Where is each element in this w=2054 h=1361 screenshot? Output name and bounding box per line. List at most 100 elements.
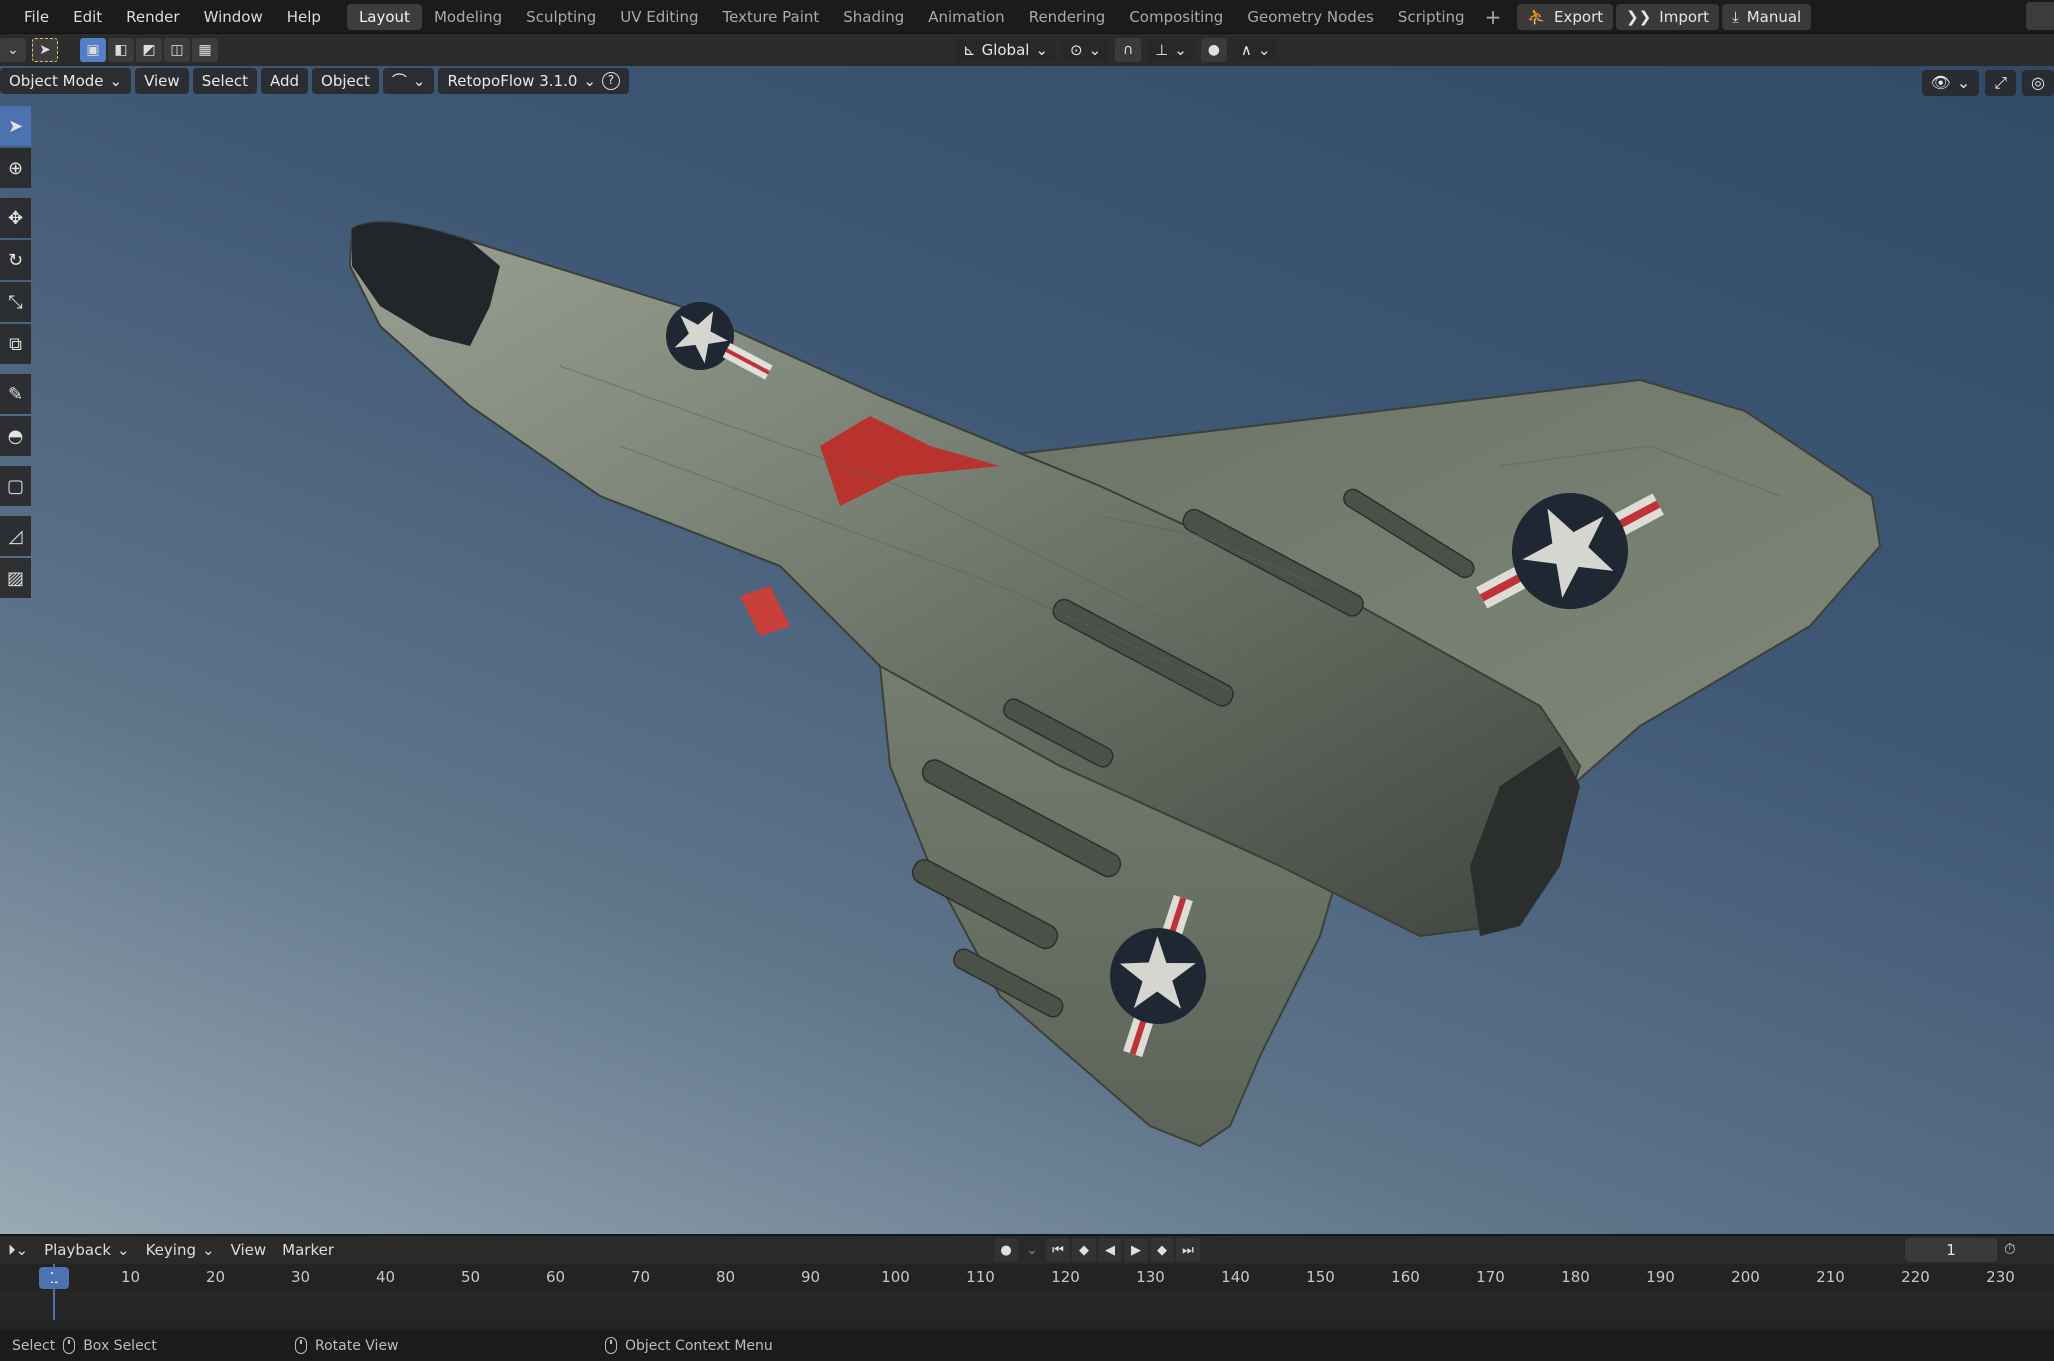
jump-end-icon[interactable]: ⏭	[1176, 1238, 1200, 1262]
frame-tick-label: 110	[966, 1268, 995, 1286]
snap-toggle-icon[interactable]: ∩	[1115, 38, 1142, 62]
annotate-tool-icon[interactable]: ✎	[0, 374, 31, 414]
curve-icon: ⌒	[391, 72, 407, 90]
menu-render[interactable]: Render	[114, 8, 191, 26]
select-box-tool-icon[interactable]: ➤	[0, 106, 31, 146]
measure-tool-icon[interactable]: ◓	[0, 416, 31, 456]
overlays-toggle[interactable]: ◎	[2022, 70, 2054, 96]
menu-edit[interactable]: Edit	[61, 8, 114, 26]
add-cube-tool-icon[interactable]: ▢	[0, 466, 31, 506]
retopoflow-menu[interactable]: RetopoFlow 3.1.0 ⌄ ?	[438, 68, 629, 94]
playhead[interactable]	[53, 1264, 55, 1320]
viewport-overlay-controls: 👁 ⌄ ⤢ ◎	[1921, 70, 2054, 96]
move-tool-icon[interactable]: ✥	[0, 198, 31, 238]
transform-tool-icon[interactable]: ⧉	[0, 324, 31, 364]
tab-layout[interactable]: Layout	[346, 3, 422, 30]
transform-orientation-dropdown[interactable]: ⊾ Global ⌄	[955, 38, 1057, 62]
tab-animation[interactable]: Animation	[916, 4, 1016, 30]
prev-keyframe-icon[interactable]: ◆	[1072, 1238, 1096, 1262]
pivot-point-dropdown[interactable]: ⊙ ⌄	[1062, 38, 1110, 62]
tab-geometry-nodes[interactable]: Geometry Nodes	[1235, 4, 1386, 30]
frame-tick-label: 220	[1901, 1268, 1930, 1286]
select-invert-icon[interactable]: ◫	[164, 38, 190, 62]
menu-window[interactable]: Window	[192, 8, 275, 26]
chevron-down-icon[interactable]: ⌄	[1020, 1238, 1044, 1262]
stopwatch-icon[interactable]: ⏱	[2004, 1240, 2016, 1258]
add-workspace-icon[interactable]: +	[1477, 5, 1510, 29]
frame-tick-label: 50	[460, 1268, 481, 1286]
import-button[interactable]: ❯❯ Import	[1616, 3, 1720, 30]
manual-button[interactable]: ⤓ Manual	[1722, 3, 1812, 30]
3d-viewport[interactable]: Object Mode ⌄ View Select Add Object ⌒ ⌄ …	[0, 66, 2054, 1234]
tab-modeling[interactable]: Modeling	[422, 4, 514, 30]
record-icon[interactable]: ●	[994, 1238, 1018, 1262]
visibility-dropdown[interactable]: 👁 ⌄	[1921, 70, 1980, 96]
jump-start-icon[interactable]: ⏮	[1046, 1238, 1070, 1262]
snap-target-dropdown[interactable]: ⊥ ⌄	[1147, 38, 1195, 62]
mode-dropdown[interactable]: Object Mode ⌄	[0, 68, 132, 94]
timeline-view-menu[interactable]: View	[223, 1241, 275, 1259]
select-extend-icon[interactable]: ◧	[108, 38, 134, 62]
chevron-down-icon: ⌄	[412, 72, 426, 90]
tab-sculpting[interactable]: Sculpting	[514, 4, 608, 30]
tab-shading[interactable]: Shading	[831, 4, 916, 30]
frame-tick-label: 140	[1221, 1268, 1250, 1286]
view-menu[interactable]: View	[135, 68, 189, 94]
frame-tick-label: 70	[630, 1268, 651, 1286]
scene-selector-icon[interactable]	[2026, 2, 2054, 30]
falloff-dropdown[interactable]: ∧ ⌄	[1232, 38, 1279, 62]
scale-tool-icon[interactable]: ⤡	[0, 282, 31, 322]
select-menu[interactable]: Select	[192, 68, 257, 94]
shear-tool-icon[interactable]: ◿	[0, 516, 31, 556]
gizmo-toggle[interactable]: ⤢	[1985, 70, 2017, 96]
status-select-label: Select	[12, 1337, 56, 1354]
export-button[interactable]: ⛹ Export	[1517, 3, 1614, 30]
chevron-down-icon: ⌄	[201, 1241, 215, 1259]
status-context-label: Object Context Menu	[625, 1337, 773, 1354]
editor-type-icon[interactable]: ⌄	[0, 38, 26, 62]
play-icon[interactable]: ▶	[1124, 1238, 1148, 1262]
viewport-header: Object Mode ⌄ View Select Add Object ⌒ ⌄ …	[0, 66, 2054, 96]
export-icon: ⛹	[1527, 7, 1547, 26]
marker-menu[interactable]: Marker	[274, 1241, 342, 1259]
tab-compositing[interactable]: Compositing	[1117, 4, 1235, 30]
menu-help[interactable]: Help	[275, 8, 333, 26]
frame-tick-label: 210	[1816, 1268, 1845, 1286]
status-select: Select Box Select	[12, 1337, 157, 1354]
object-menu[interactable]: Object	[312, 68, 379, 94]
timeline-track[interactable]	[0, 1290, 2054, 1320]
menu-file[interactable]: File	[12, 8, 61, 26]
status-rotate: Rotate View	[295, 1337, 399, 1354]
gizmo-icon: ⤢	[1994, 73, 2008, 92]
workspace-tabs: Layout Modeling Sculpting UV Editing Tex…	[346, 0, 1510, 34]
gizmo-dropdown[interactable]: ⌒ ⌄	[382, 68, 435, 94]
mode-label: Object Mode	[9, 72, 104, 90]
select-new-icon[interactable]: ▣	[80, 38, 106, 62]
rotate-tool-icon[interactable]: ↻	[0, 240, 31, 280]
timeline-ruler[interactable]: 1 10203040506070809010011012013014015016…	[0, 1264, 2054, 1290]
export-label: Export	[1554, 7, 1604, 26]
keying-menu[interactable]: Keying ⌄	[138, 1241, 223, 1259]
select-subtract-icon[interactable]: ◩	[136, 38, 162, 62]
transform-settings: ⊾ Global ⌄ ⊙ ⌄ ∩ ⊥ ⌄ ● ∧ ⌄	[955, 38, 1279, 62]
tab-rendering[interactable]: Rendering	[1017, 4, 1118, 30]
frame-tick-label: 190	[1646, 1268, 1675, 1286]
next-keyframe-icon[interactable]: ◆	[1150, 1238, 1174, 1262]
add-menu[interactable]: Add	[260, 68, 309, 94]
select-intersect-icon[interactable]: ▦	[192, 38, 218, 62]
playback-menu[interactable]: Playback ⌄	[36, 1241, 138, 1259]
select-tool-icon[interactable]: ➤	[32, 38, 58, 62]
tab-texture-paint[interactable]: Texture Paint	[710, 4, 831, 30]
current-frame-field[interactable]: 1	[1905, 1238, 1997, 1262]
help-icon[interactable]: ?	[601, 72, 620, 90]
cursor-tool-icon[interactable]: ⊕	[0, 148, 31, 188]
image-tool-icon[interactable]: ▨	[0, 558, 31, 598]
frame-tick-label: 150	[1306, 1268, 1335, 1286]
proportional-edit-icon[interactable]: ●	[1200, 38, 1227, 62]
timeline-editor-type[interactable]: ⏵⌄	[0, 1241, 36, 1259]
tab-scripting[interactable]: Scripting	[1386, 4, 1477, 30]
frame-tick-label: 40	[375, 1268, 396, 1286]
frame-tick-label: 60	[545, 1268, 566, 1286]
play-reverse-icon[interactable]: ◀	[1098, 1238, 1122, 1262]
tab-uv-editing[interactable]: UV Editing	[608, 4, 710, 30]
